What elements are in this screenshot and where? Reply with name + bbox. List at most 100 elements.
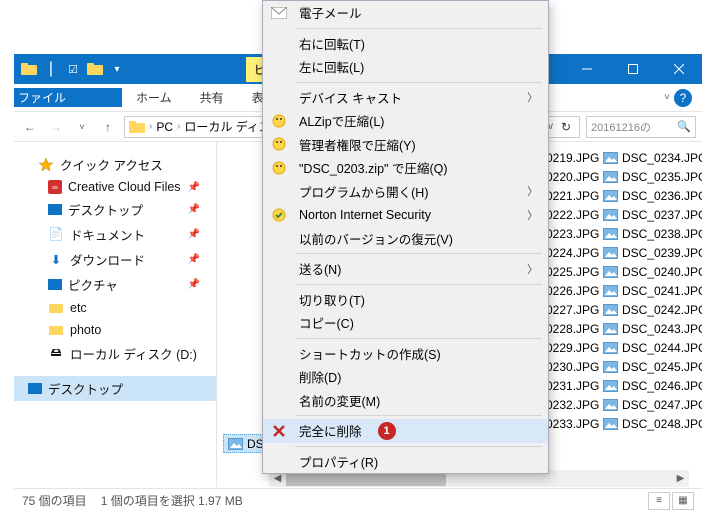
menu-item[interactable]: 管理者権限で圧縮(Y) bbox=[263, 133, 548, 157]
context-menu: 電子メール右に回転(T)左に回転(L) デバイス キャスト〉ALZipで圧縮(L)… bbox=[262, 0, 549, 474]
nav-desktop[interactable]: デスクトップ📌 bbox=[24, 197, 216, 222]
view-icons-button[interactable]: ▦ bbox=[672, 492, 694, 510]
menu-item[interactable]: 以前のバージョンの復元(V) bbox=[263, 227, 548, 251]
alzip-icon bbox=[269, 112, 289, 130]
menu-item[interactable]: プロパティ(R) bbox=[263, 450, 548, 474]
picture-icon bbox=[48, 279, 62, 290]
list-item[interactable]: DSC_0236.JPG bbox=[599, 186, 702, 205]
nav-photo[interactable]: photo bbox=[24, 319, 216, 341]
ribbon-collapse-icon[interactable]: ˅ bbox=[664, 92, 670, 103]
search-placeholder: 20161216の bbox=[591, 119, 677, 135]
list-item[interactable]: DSC_0247.JPG bbox=[599, 395, 702, 414]
tab-file[interactable]: ファイル bbox=[14, 88, 122, 107]
help-icon[interactable]: ? bbox=[674, 89, 692, 107]
alzip-icon bbox=[269, 135, 289, 153]
blank-icon bbox=[269, 314, 289, 332]
status-bar: 75 個の項目 1 個の項目を選択 1.97 MB ≡ ▦ bbox=[14, 488, 702, 512]
list-item[interactable]: DSC_0242.JPG bbox=[599, 300, 702, 319]
crumb-pc[interactable]: PC bbox=[156, 120, 173, 134]
blank-icon bbox=[269, 290, 289, 308]
menu-item[interactable]: ショートカットの作成(S) bbox=[263, 342, 548, 366]
image-icon bbox=[603, 170, 618, 183]
list-item[interactable]: DSC_0241.JPG bbox=[599, 281, 702, 300]
alzip-icon bbox=[269, 159, 289, 177]
nav-pictures[interactable]: ピクチャ📌 bbox=[24, 272, 216, 297]
close-button[interactable] bbox=[656, 54, 702, 84]
nav-desktop-root[interactable]: デスクトップ bbox=[14, 376, 216, 401]
tab-home[interactable]: ホーム bbox=[122, 83, 186, 112]
nav-quick-access[interactable]: クイック アクセス bbox=[14, 152, 216, 177]
folder-icon bbox=[48, 300, 64, 316]
xred-icon bbox=[269, 422, 289, 440]
pin-icon: 📌 bbox=[188, 254, 210, 265]
image-icon bbox=[603, 417, 618, 430]
recent-button[interactable]: ˅ bbox=[72, 117, 92, 137]
menu-item[interactable]: デバイス キャスト〉 bbox=[263, 86, 548, 110]
annotation-badge: 1 bbox=[378, 422, 396, 440]
pin-icon: 📌 bbox=[188, 182, 210, 193]
menu-item[interactable]: 名前の変更(M) bbox=[263, 389, 548, 413]
menu-item[interactable]: 右に回転(T) bbox=[263, 32, 548, 56]
blank-icon bbox=[269, 34, 289, 52]
blank-icon bbox=[269, 260, 289, 278]
image-icon bbox=[603, 208, 618, 221]
list-item[interactable]: DSC_0248.JPG bbox=[599, 414, 702, 433]
nav-etc[interactable]: etc bbox=[24, 297, 216, 319]
menu-item[interactable]: "DSC_0203.zip" で圧縮(Q) bbox=[263, 156, 548, 180]
search-input[interactable]: 20161216の 🔍 bbox=[586, 116, 696, 138]
menu-item[interactable]: 送る(N)〉 bbox=[263, 257, 548, 281]
tab-share[interactable]: 共有 bbox=[186, 83, 238, 112]
list-item[interactable]: DSC_0235.JPG bbox=[599, 167, 702, 186]
blank-icon bbox=[269, 229, 289, 247]
status-selection: 1 個の項目を選択 1.97 MB bbox=[101, 492, 243, 509]
list-item[interactable]: DSC_0239.JPG bbox=[599, 243, 702, 262]
refresh-icon[interactable]: ↻ bbox=[557, 120, 575, 134]
image-icon bbox=[603, 379, 618, 392]
chevron-right-icon: 〉 bbox=[527, 261, 538, 277]
list-item[interactable]: DSC_0245.JPG bbox=[599, 357, 702, 376]
chevron-right-icon[interactable]: › bbox=[149, 121, 152, 132]
menu-item[interactable]: 完全に削除1 bbox=[263, 419, 548, 443]
nav-localdisk-d[interactable]: 🖴ローカル ディスク (D:) bbox=[24, 341, 216, 366]
folder-icon[interactable] bbox=[86, 60, 104, 78]
scroll-right-icon[interactable]: ▶ bbox=[672, 470, 689, 487]
list-item[interactable]: DSC_0246.JPG bbox=[599, 376, 702, 395]
image-icon bbox=[603, 246, 618, 259]
list-item[interactable]: DSC_0238.JPG bbox=[599, 224, 702, 243]
menu-item[interactable]: 削除(D) bbox=[263, 365, 548, 389]
list-item[interactable]: DSC_0244.JPG bbox=[599, 338, 702, 357]
blank-icon bbox=[269, 391, 289, 409]
download-icon: ⬇ bbox=[48, 252, 64, 268]
chevron-right-icon[interactable]: › bbox=[177, 121, 180, 132]
folder-icon bbox=[48, 322, 64, 338]
list-item[interactable]: DSC_0237.JPG bbox=[599, 205, 702, 224]
qat-check-icon[interactable]: ☑ bbox=[64, 60, 82, 78]
menu-item[interactable]: 電子メール bbox=[263, 1, 548, 25]
back-button[interactable]: ← bbox=[20, 117, 40, 137]
menu-item[interactable]: コピー(C) bbox=[263, 311, 548, 335]
search-icon[interactable]: 🔍 bbox=[677, 120, 691, 133]
menu-item[interactable]: プログラムから開く(H)〉 bbox=[263, 180, 548, 204]
menu-item[interactable]: Norton Internet Security〉 bbox=[263, 203, 548, 227]
nav-creative-cloud[interactable]: ∞Creative Cloud Files📌 bbox=[24, 177, 216, 197]
forward-button[interactable]: → bbox=[46, 117, 66, 137]
menu-item[interactable]: 左に回転(L) bbox=[263, 55, 548, 79]
image-icon bbox=[228, 437, 243, 450]
pin-icon: 📌 bbox=[188, 279, 210, 290]
menu-item[interactable]: 切り取り(T) bbox=[263, 288, 548, 312]
nav-downloads[interactable]: ⬇ダウンロード📌 bbox=[24, 247, 216, 272]
minimize-button[interactable] bbox=[564, 54, 610, 84]
list-item[interactable]: DSC_0240.JPG bbox=[599, 262, 702, 281]
menu-item[interactable]: ALZipで圧縮(L) bbox=[263, 109, 548, 133]
blank-icon bbox=[269, 368, 289, 386]
up-button[interactable]: ↑ bbox=[98, 117, 118, 137]
nav-documents[interactable]: 📄ドキュメント📌 bbox=[24, 222, 216, 247]
maximize-button[interactable] bbox=[610, 54, 656, 84]
qat-overflow-icon[interactable]: ▾ bbox=[108, 60, 126, 78]
list-item[interactable]: DSC_0243.JPG bbox=[599, 319, 702, 338]
list-item[interactable]: DSC_0234.JPG bbox=[599, 148, 702, 167]
image-icon bbox=[603, 189, 618, 202]
blank-icon bbox=[269, 88, 289, 106]
image-icon bbox=[603, 265, 618, 278]
view-details-button[interactable]: ≡ bbox=[648, 492, 670, 510]
